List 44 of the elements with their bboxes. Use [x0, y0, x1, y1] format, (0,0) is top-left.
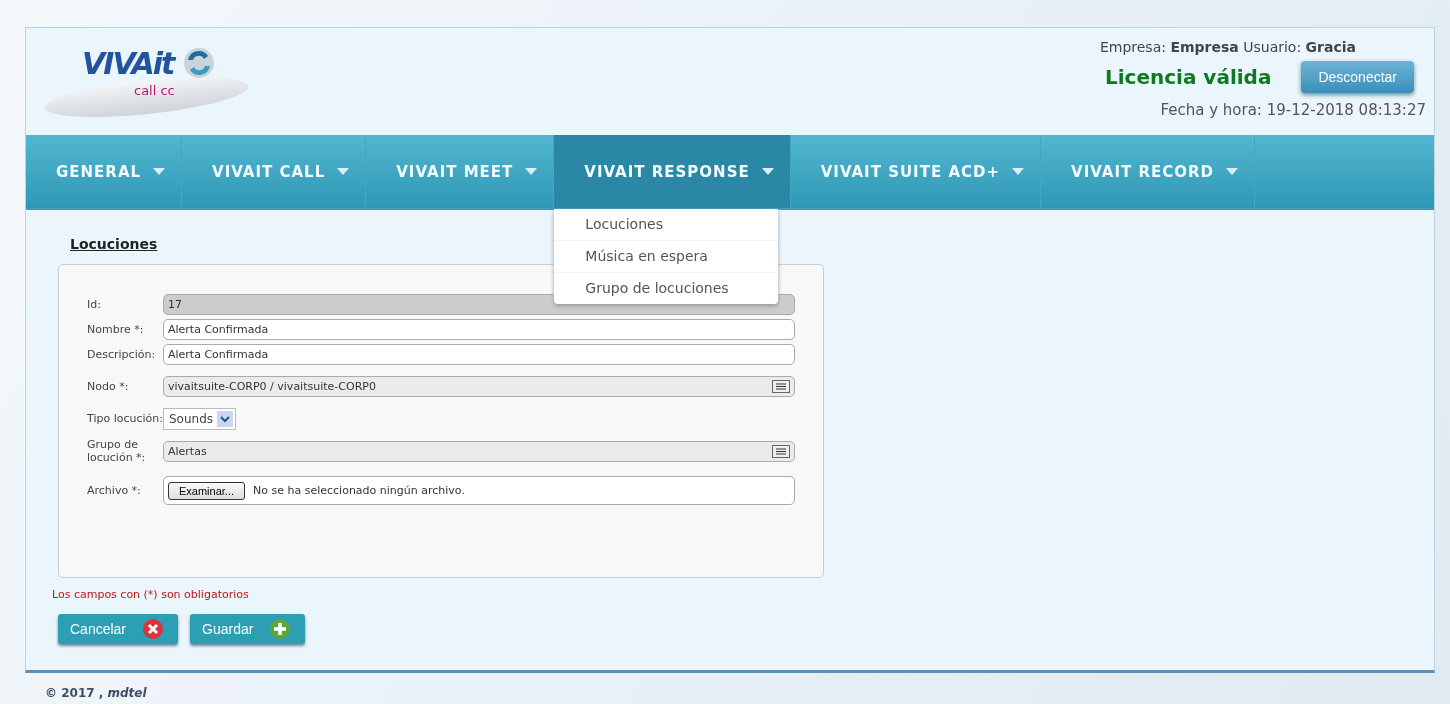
chevron-down-icon	[217, 410, 234, 427]
company-name: Empresa	[1170, 39, 1239, 55]
field-value: vivaitsuite-CORP0 / vivaitsuite-CORP0	[168, 380, 376, 393]
caret-icon	[525, 168, 538, 175]
browse-button[interactable]: Examinar...	[168, 481, 246, 500]
field-label: Nombre *:	[87, 323, 145, 336]
datetime-text: Fecha y hora: 19-12-2018 08:13:27	[1160, 101, 1426, 119]
field-label: Grupo de locución *:	[87, 438, 147, 464]
caret-icon	[153, 168, 166, 175]
list-icon[interactable]	[772, 380, 790, 393]
menu-item[interactable]: Música en espera	[554, 240, 779, 272]
nav-tab[interactable]: VIVAIT RESPONSE	[554, 135, 791, 208]
page-title: Locuciones	[70, 236, 159, 252]
close-icon	[142, 618, 165, 640]
required-note: Los campos con (*) son obligatorios	[52, 588, 250, 601]
lookup-field[interactable]: vivaitsuite-CORP0 / vivaitsuite-CORP0	[163, 376, 795, 397]
globe-icon	[182, 46, 216, 80]
logo-subtext: call cc	[134, 83, 175, 98]
copyright-text: © 2017 , mdtel	[45, 686, 147, 700]
caret-icon	[337, 168, 350, 175]
field-label: Descripción:	[87, 348, 157, 361]
field-label: Id:	[87, 298, 102, 311]
file-field[interactable]: Examinar... No se ha seleccionado ningún archivo.	[163, 476, 795, 505]
field-value: Alertas	[168, 444, 207, 458]
user-name: Gracia	[1305, 39, 1356, 55]
plus-icon	[269, 618, 292, 640]
menu-item[interactable]: Locuciones	[554, 209, 779, 240]
field-label: Tipo locución:	[87, 412, 163, 425]
list-icon[interactable]	[772, 444, 790, 458]
user-label: Usuario:	[1243, 39, 1302, 55]
caret-icon	[1226, 168, 1238, 175]
input-field[interactable]: Alerta Confirmada	[163, 319, 795, 340]
caret-icon	[1012, 168, 1025, 175]
caret-icon	[761, 168, 774, 175]
field-label: Nodo *:	[87, 380, 130, 393]
license-status: Licencia válida	[1104, 65, 1272, 89]
file-status: No se ha seleccionado ningún archivo.	[253, 484, 465, 497]
lookup-field[interactable]: Alertas	[163, 440, 795, 462]
field-value: Sounds	[169, 411, 214, 426]
select-field[interactable]: Sounds	[163, 407, 237, 430]
field-label: Archivo *:	[87, 484, 142, 497]
company-label: Empresa:	[1099, 39, 1166, 55]
logo-text: VIVAit	[82, 46, 174, 81]
input-field[interactable]: Alerta Confirmada	[163, 344, 795, 365]
